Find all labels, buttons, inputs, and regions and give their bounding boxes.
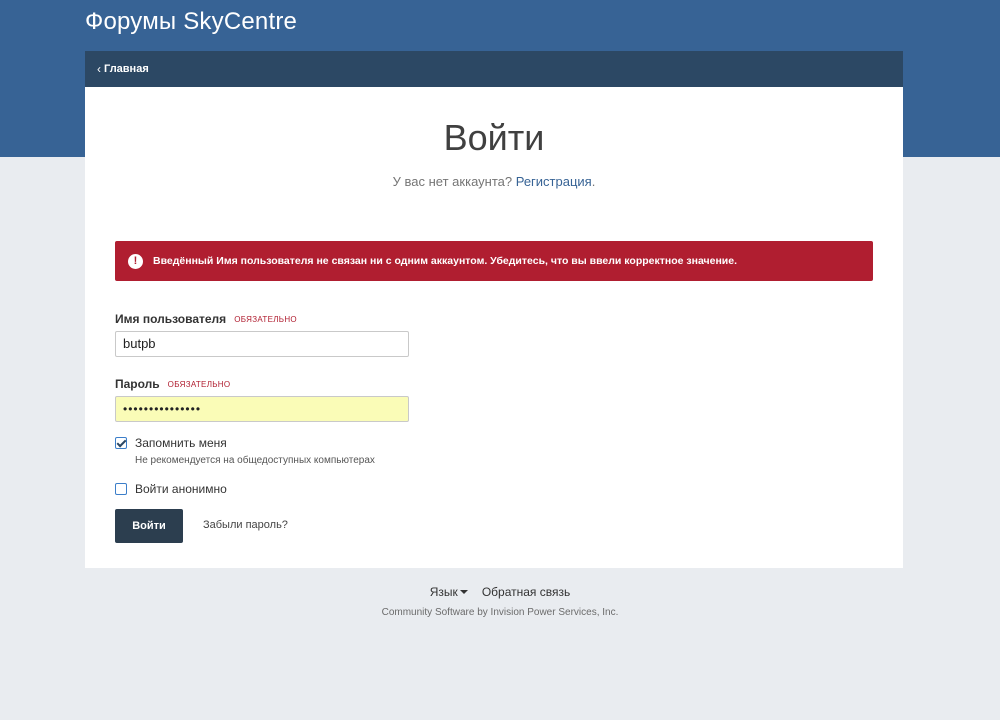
feedback-link[interactable]: Обратная связь	[482, 585, 570, 599]
no-account-text: У вас нет аккаунта? Регистрация.	[85, 174, 903, 189]
remember-me-hint: Не рекомендуется на общедоступных компью…	[135, 455, 375, 466]
username-label: Имя пользователя ОБЯЗАТЕЛЬНО	[115, 312, 297, 326]
password-label: Пароль ОБЯЗАТЕЛЬНО	[115, 377, 230, 391]
register-link[interactable]: Регистрация	[516, 174, 592, 189]
caret-down-icon	[459, 590, 468, 594]
copyright-text[interactable]: Community Software by Invision Power Ser…	[0, 607, 1000, 618]
username-input[interactable]	[115, 331, 409, 357]
password-label-text: Пароль	[115, 377, 160, 391]
error-alert: ! Введённый Имя пользователя не связан н…	[115, 241, 873, 281]
language-label: Язык	[429, 585, 458, 599]
login-panel: Войти У вас нет аккаунта? Регистрация. !…	[85, 87, 903, 568]
error-message: Введённый Имя пользователя не связан ни …	[153, 255, 738, 267]
forgot-password-link[interactable]: Забыли пароль?	[203, 519, 288, 531]
site-title[interactable]: Форумы SkyCentre	[85, 8, 297, 36]
anonymous-checkbox[interactable]	[115, 483, 127, 495]
remember-me-label[interactable]: Запомнить меня	[135, 436, 375, 450]
breadcrumb-home-label: Главная	[104, 63, 149, 75]
breadcrumb-bar: ‹ Главная	[85, 51, 903, 87]
register-suffix: .	[591, 174, 596, 189]
breadcrumb-home-link[interactable]: ‹ Главная	[97, 62, 149, 76]
footer-links: Язык Обратная связь	[0, 585, 1000, 599]
username-label-text: Имя пользователя	[115, 312, 227, 326]
chevron-left-icon: ‹	[97, 62, 101, 76]
remember-me-row: Запомнить меня Не рекомендуется на общед…	[115, 436, 375, 466]
remember-me-checkbox[interactable]	[115, 437, 127, 449]
password-required-badge: ОБЯЗАТЕЛЬНО	[167, 380, 231, 389]
anonymous-row: Войти анонимно	[115, 482, 227, 496]
language-menu[interactable]: Язык	[430, 585, 482, 599]
username-required-badge: ОБЯЗАТЕЛЬНО	[234, 315, 297, 324]
login-submit-button[interactable]: Войти	[115, 509, 183, 543]
password-input[interactable]	[115, 396, 409, 422]
no-account-prompt: У вас нет аккаунта?	[392, 174, 516, 189]
page-title: Войти	[443, 117, 545, 158]
exclamation-circle-icon: !	[128, 253, 143, 269]
anonymous-label[interactable]: Войти анонимно	[135, 482, 227, 496]
